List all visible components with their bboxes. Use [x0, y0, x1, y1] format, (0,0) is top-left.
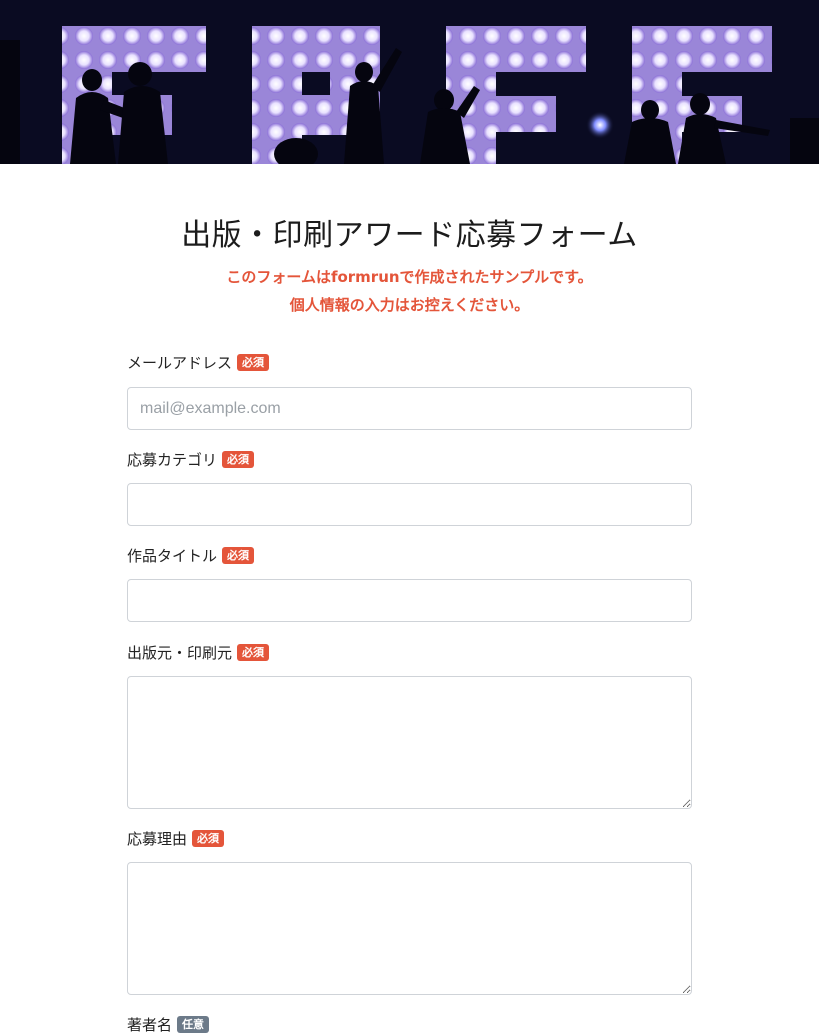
required-badge: 必須 — [192, 830, 225, 847]
form-title: 出版・印刷アワード応募フォーム — [181, 218, 638, 253]
author-label: 著者名 任意 — [127, 1014, 210, 1035]
required-badge: 必須 — [237, 644, 270, 661]
work-title-input[interactable] — [127, 579, 692, 622]
email-input[interactable] — [127, 387, 692, 430]
category-input[interactable] — [127, 483, 692, 526]
author-label-text: 著者名 — [127, 1016, 173, 1034]
category-label: 応募カテゴリ 必須 — [127, 449, 255, 470]
required-badge: 必須 — [237, 354, 270, 371]
header-banner-image — [0, 0, 819, 164]
sample-notice-line1: このフォームはformrunで作成されたサンプルです。 — [226, 268, 593, 286]
reason-label: 応募理由 必須 — [127, 828, 225, 849]
sample-notice-line2: 個人情報の入力はお控えください。 — [289, 296, 530, 314]
email-label: メールアドレス 必須 — [127, 352, 270, 373]
work-title-label: 作品タイトル 必須 — [127, 545, 255, 566]
reason-label-text: 応募理由 — [127, 830, 188, 848]
work-title-label-text: 作品タイトル — [127, 547, 218, 565]
required-badge: 必須 — [222, 451, 255, 468]
category-label-text: 応募カテゴリ — [127, 451, 218, 469]
required-badge: 必須 — [222, 547, 255, 564]
optional-badge: 任意 — [177, 1016, 210, 1033]
reason-textarea[interactable] — [127, 862, 692, 995]
publisher-label: 出版元・印刷元 必須 — [127, 642, 270, 663]
publisher-label-text: 出版元・印刷元 — [127, 644, 233, 662]
email-label-text: メールアドレス — [127, 354, 233, 372]
banner-illustration — [0, 0, 819, 164]
publisher-textarea[interactable] — [127, 676, 692, 809]
